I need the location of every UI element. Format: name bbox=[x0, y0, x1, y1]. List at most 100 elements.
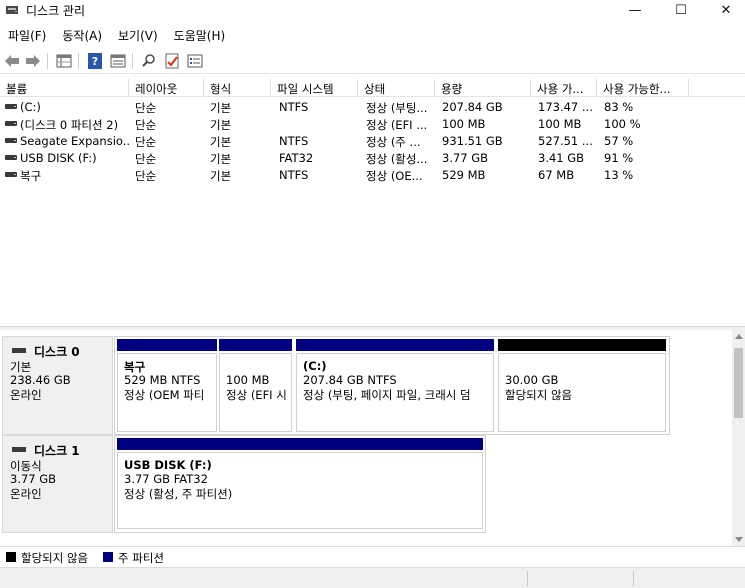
volume-name: (디스크 0 파티션 2) bbox=[20, 118, 119, 132]
volume-status: 정상 (EFI ... bbox=[366, 118, 428, 132]
help-icon[interactable]: ? bbox=[86, 52, 104, 70]
disk-type: 기본 bbox=[10, 360, 32, 374]
volume-filesystem bbox=[279, 115, 359, 132]
partition-body: 100 MB 정상 (EFI 시 bbox=[219, 353, 292, 432]
disk-size: 3.77 GB bbox=[10, 472, 57, 486]
partition-status: 정상 (활성, 주 파티션) bbox=[124, 487, 233, 501]
volume-type: 기본 bbox=[210, 118, 232, 132]
partition-recovery[interactable]: 복구 529 MB NTFS 정상 (OEM 파티 bbox=[117, 339, 217, 434]
menu-help[interactable]: 도움말(H) bbox=[166, 26, 234, 46]
disk-icon bbox=[12, 348, 26, 353]
close-button[interactable]: ✕ bbox=[703, 0, 745, 20]
status-bar bbox=[0, 567, 745, 588]
partition-size: 30.00 GB bbox=[505, 373, 559, 387]
volume-free-space: 67 MB bbox=[538, 168, 575, 182]
column-header-type[interactable]: 형식 bbox=[204, 79, 271, 97]
volume-capacity: 931.51 GB bbox=[442, 134, 503, 148]
volume-filesystem: NTFS bbox=[279, 168, 309, 182]
forward-arrow-icon[interactable] bbox=[24, 52, 42, 70]
volume-layout: 단순 bbox=[135, 101, 157, 115]
column-header-percent-free[interactable]: 사용 가능한... bbox=[597, 79, 689, 97]
volume-capacity: 529 MB bbox=[442, 168, 486, 182]
toolbar-separator bbox=[132, 53, 133, 69]
partition-body: 30.00 GB 할당되지 않음 bbox=[498, 353, 666, 432]
scroll-thumb[interactable] bbox=[734, 348, 743, 418]
disk-name: 디스크 0 bbox=[34, 345, 80, 359]
partition-body: 복구 529 MB NTFS 정상 (OEM 파티 bbox=[117, 353, 217, 432]
menu-file[interactable]: 파일(F) bbox=[0, 26, 54, 46]
scroll-down-icon[interactable] bbox=[735, 537, 743, 542]
scroll-up-icon[interactable] bbox=[735, 334, 743, 339]
column-header-filesystem[interactable]: 파일 시스템 bbox=[271, 79, 358, 97]
column-header-volume[interactable]: 볼륨 bbox=[0, 79, 129, 97]
back-arrow-icon[interactable] bbox=[3, 52, 21, 70]
column-header-free-space[interactable]: 사용 가... bbox=[531, 79, 597, 97]
partition-c[interactable]: (C:) 207.84 GB NTFS 정상 (부팅, 페이지 파일, 크래시 … bbox=[296, 339, 494, 434]
disk-size: 238.46 GB bbox=[10, 373, 71, 387]
volume-type: 기본 bbox=[210, 101, 232, 115]
partition-title: (C:) bbox=[303, 359, 327, 373]
partition-status: 할당되지 않음 bbox=[505, 388, 573, 402]
volume-type: 기본 bbox=[210, 135, 232, 149]
toolbar-separator bbox=[78, 53, 79, 69]
partition-title: USB DISK (F:) bbox=[124, 458, 212, 472]
disk-1-label[interactable]: 디스크 1 이동식 3.77 GB 온라인 bbox=[2, 435, 113, 533]
volume-row[interactable]: (C:) 단순 기본 NTFS 정상 (부팅... 207.84 GB 173.… bbox=[0, 98, 745, 115]
disk-graph-pane: 디스크 0 기본 238.46 GB 온라인 복구 529 MB NTFS 정상… bbox=[0, 330, 745, 546]
column-header-capacity[interactable]: 용량 bbox=[435, 79, 531, 97]
column-header-status[interactable]: 상태 bbox=[358, 79, 435, 97]
partition-title bbox=[505, 359, 665, 373]
volume-percent-free: 57 % bbox=[604, 134, 634, 148]
partition-color-bar bbox=[117, 339, 217, 351]
vertical-scrollbar[interactable] bbox=[732, 330, 745, 546]
disk-type: 이동식 bbox=[10, 459, 42, 473]
svg-text:?: ? bbox=[92, 55, 98, 68]
partition-usb-disk[interactable]: USB DISK (F:) 3.77 GB FAT32 정상 (활성, 주 파티… bbox=[117, 438, 483, 531]
volume-layout: 단순 bbox=[135, 169, 157, 183]
volume-percent-free: 13 % bbox=[604, 168, 634, 182]
refresh-list-icon[interactable] bbox=[109, 52, 127, 70]
drive-icon bbox=[5, 104, 17, 109]
volume-capacity: 3.77 GB bbox=[442, 151, 489, 165]
volume-percent-free: 91 % bbox=[604, 151, 634, 165]
volume-name: 복구 bbox=[20, 169, 42, 183]
volume-row[interactable]: USB DISK (F:) 단순 기본 FAT32 정상 (활성... 3.77… bbox=[0, 149, 745, 166]
rescan-disk-icon[interactable] bbox=[140, 52, 158, 70]
volume-row[interactable]: Seagate Expansio... 단순 기본 NTFS 정상 (주 ...… bbox=[0, 132, 745, 149]
legend-label-unallocated: 할당되지 않음 bbox=[21, 551, 89, 565]
partition-size: 207.84 GB NTFS bbox=[303, 373, 397, 387]
volume-row[interactable]: (디스크 0 파티션 2) 단순 기본 정상 (EFI ... 100 MB 1… bbox=[0, 115, 745, 132]
partition-efi[interactable]: 100 MB 정상 (EFI 시 bbox=[219, 339, 292, 434]
volume-type: 기본 bbox=[210, 152, 232, 166]
partition-unallocated[interactable]: 30.00 GB 할당되지 않음 bbox=[498, 339, 666, 434]
partition-color-bar bbox=[219, 339, 292, 351]
volume-free-space: 100 MB bbox=[538, 117, 582, 131]
volume-filesystem: NTFS bbox=[279, 134, 309, 148]
minimize-button[interactable]: — bbox=[612, 0, 658, 20]
status-divider bbox=[527, 571, 528, 586]
volume-layout: 단순 bbox=[135, 152, 157, 166]
settings-list-icon[interactable] bbox=[186, 52, 204, 70]
disk-1-partitions: USB DISK (F:) 3.77 GB FAT32 정상 (활성, 주 파티… bbox=[114, 435, 486, 533]
volume-free-space: 3.41 GB bbox=[538, 151, 585, 165]
disk-0-partitions: 복구 529 MB NTFS 정상 (OEM 파티 100 MB 정상 (EFI… bbox=[114, 336, 670, 435]
window-title: 디스크 관리 bbox=[26, 4, 86, 18]
volume-status: 정상 (주 ... bbox=[366, 135, 421, 149]
column-header-layout[interactable]: 레이아웃 bbox=[129, 79, 204, 97]
volume-status: 정상 (OE... bbox=[366, 169, 423, 183]
volume-name: Seagate Expansio... bbox=[20, 134, 130, 148]
partition-status: 정상 (EFI 시 bbox=[226, 388, 287, 402]
menu-action[interactable]: 동작(A) bbox=[54, 26, 110, 46]
volume-layout: 단순 bbox=[135, 135, 157, 149]
checklist-icon[interactable] bbox=[163, 52, 181, 70]
status-divider bbox=[633, 571, 634, 586]
maximize-button[interactable]: ☐ bbox=[658, 0, 704, 20]
disk-0-label[interactable]: 디스크 0 기본 238.46 GB 온라인 bbox=[2, 336, 113, 435]
menu-view[interactable]: 보기(V) bbox=[110, 26, 166, 46]
volume-type: 기본 bbox=[210, 169, 232, 183]
properties-grid-icon[interactable] bbox=[55, 52, 73, 70]
volume-capacity: 100 MB bbox=[442, 117, 486, 131]
volume-row[interactable]: 복구 단순 기본 NTFS 정상 (OE... 529 MB 67 MB 13 … bbox=[0, 166, 745, 183]
partition-size: 529 MB NTFS bbox=[124, 373, 201, 387]
disk-icon bbox=[12, 447, 26, 452]
